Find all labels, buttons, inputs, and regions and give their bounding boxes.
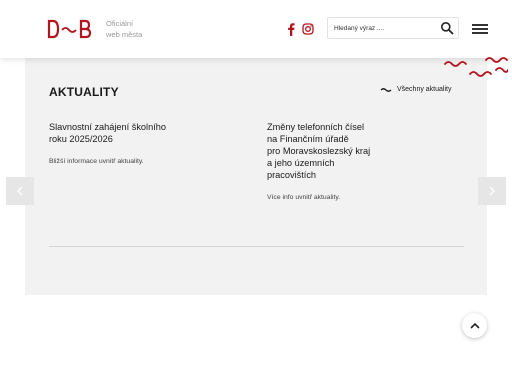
hamburger-menu-icon[interactable] — [472, 24, 488, 34]
wave-decoration — [444, 57, 508, 77]
chevron-right-icon — [489, 186, 495, 196]
scroll-to-top-button[interactable] — [462, 313, 487, 338]
all-news-label: Všechny aktuality — [397, 86, 452, 93]
news-title-line: roku 2025/2026 — [49, 134, 113, 144]
carousel-prev-button[interactable] — [6, 177, 34, 205]
site-header: Oficiální web města — [0, 0, 512, 58]
wave-icon — [380, 87, 392, 92]
chevron-left-icon — [17, 186, 23, 196]
city-logo[interactable] — [47, 19, 93, 39]
all-news-link[interactable]: Všechny aktuality — [380, 86, 451, 93]
facebook-icon[interactable] — [285, 22, 297, 36]
logo-subtitle-line1: Oficiální — [106, 19, 134, 28]
news-title-line: na Finančním úřadě — [267, 134, 349, 144]
logo-subtitle-line2: web města — [106, 30, 143, 39]
section-title: AKTUALITY — [49, 85, 119, 99]
news-title[interactable]: Slavnostní zahájení školního roku 2025/2… — [49, 121, 199, 145]
news-title-line: pro Moravskoslezský kraj — [267, 146, 371, 156]
divider — [49, 246, 464, 247]
search-input[interactable] — [334, 21, 434, 35]
news-item[interactable]: Slavnostní zahájení školního roku 2025/2… — [49, 121, 199, 165]
news-title-line: Slavnostní zahájení školního — [49, 122, 166, 132]
news-title-line: a jeho územních — [267, 158, 335, 168]
news-description: Více info uvnitř aktuality. — [267, 194, 341, 201]
carousel-next-button[interactable] — [478, 177, 506, 205]
news-item[interactable]: Změny telefonních čísel na Finančním úřa… — [267, 121, 397, 201]
news-title[interactable]: Změny telefonních čísel na Finančním úřa… — [267, 121, 397, 181]
instagram-icon[interactable] — [302, 23, 314, 35]
news-title-line: pracovištích — [267, 170, 317, 180]
logo-subtitle: Oficiální web města — [106, 18, 142, 40]
news-title-line: Změny telefonních čísel — [267, 122, 365, 132]
search-box — [327, 17, 459, 39]
news-description: Bližší informace uvnitř aktuality. — [49, 158, 144, 165]
chevron-up-icon — [470, 322, 479, 329]
search-icon[interactable] — [440, 21, 454, 35]
